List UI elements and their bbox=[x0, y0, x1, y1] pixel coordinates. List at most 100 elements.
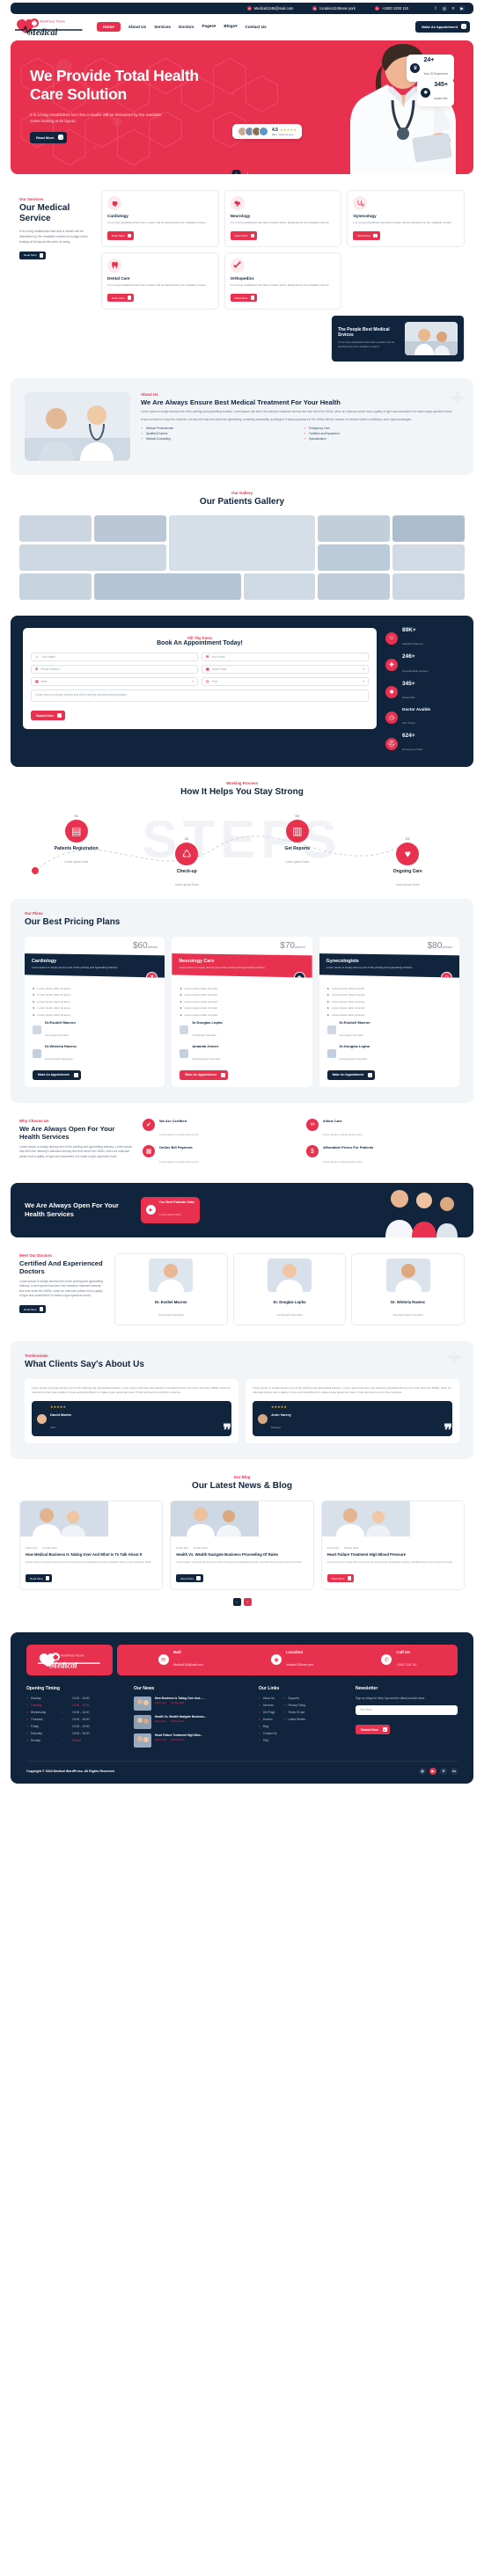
gallery-image[interactable] bbox=[93, 514, 166, 542]
footer-logo[interactable]: WordPress Theme Medical bbox=[26, 1644, 113, 1675]
instagram-icon[interactable]: ◎ bbox=[419, 1767, 426, 1775]
footer-contact-mail[interactable]: ✉ Mail Medical1245@mail.com bbox=[158, 1650, 203, 1670]
slider-next-button[interactable]: › bbox=[243, 170, 253, 174]
department-select[interactable]: ▦ Select Dept. bbox=[202, 664, 369, 674]
doctor-card[interactable]: Dr. Douglas Lopha Cardiologist Specialis… bbox=[232, 1252, 347, 1325]
topbar-location[interactable]: ◉ location1245new york bbox=[312, 6, 356, 11]
news-item[interactable]: Health Vs. Wealth Navigate Business... K… bbox=[134, 1714, 246, 1729]
name-input[interactable]: ☺ Your Name bbox=[31, 652, 198, 661]
service-card-gynecology[interactable]: Gynecology It is a long established fact… bbox=[347, 190, 465, 247]
newsletter-input[interactable]: Text Here bbox=[356, 1704, 458, 1715]
nav-item-contact[interactable]: Contact Us bbox=[245, 25, 266, 29]
gallery-image[interactable] bbox=[318, 573, 391, 600]
submit-appointment-button[interactable]: Submit Now › bbox=[31, 711, 65, 721]
nav-item-about[interactable]: About Us bbox=[128, 25, 146, 29]
doctor-card[interactable]: Dr. Wisteria Ravenc Physiotherapist Spec… bbox=[351, 1252, 465, 1325]
nav-item-home[interactable]: Home bbox=[97, 21, 121, 32]
service-card-button[interactable]: Read More › bbox=[107, 293, 135, 303]
service-card-cardiology[interactable]: Cardiology It is a long established fact… bbox=[101, 190, 219, 247]
email-input[interactable]: ✉ Your Email bbox=[202, 652, 369, 661]
linkedin-icon[interactable]: in bbox=[451, 1767, 458, 1775]
gallery-image[interactable] bbox=[168, 514, 316, 571]
service-card-dental[interactable]: Dental Care It is a long established fac… bbox=[101, 252, 219, 310]
blog-read-more-button[interactable]: Read More › bbox=[176, 1573, 203, 1583]
news-item[interactable]: Heart Failure Treatment High Bloo... Kel… bbox=[134, 1733, 246, 1748]
doctors-read-more-button[interactable]: Read More › bbox=[19, 1304, 47, 1314]
plan-appointment-button[interactable]: Make An Appointment › bbox=[33, 1069, 81, 1080]
date-input[interactable]: ▤ Date bbox=[31, 676, 198, 686]
topbar-phone[interactable]: ✆ +1800 1200 110 bbox=[374, 6, 408, 11]
gallery-image[interactable] bbox=[318, 544, 391, 571]
gallery-image[interactable] bbox=[19, 544, 166, 571]
site-logo[interactable]: WordPress Theme Medical bbox=[14, 17, 84, 36]
nav-item-services[interactable]: Services bbox=[154, 25, 171, 29]
pin-icon: ◉ bbox=[312, 6, 318, 11]
blog-read-more-button[interactable]: Read More › bbox=[326, 1573, 354, 1583]
gallery-image[interactable] bbox=[93, 573, 241, 600]
phone-input[interactable]: ✆ Phone Number bbox=[31, 664, 198, 674]
slider-next-button[interactable]: › bbox=[243, 1597, 252, 1606]
testimonial-author: ★★★★★ David Martin CEO bbox=[32, 1401, 231, 1437]
blog-card[interactable]: Kelvin Sha 02 May 2024 How Medical Busine… bbox=[19, 1500, 164, 1590]
footer-link[interactable]: Latest Stories bbox=[284, 1718, 306, 1721]
video-button[interactable]: ▶ Our Best Patients Vidio Lorem Ipsum Dol… bbox=[141, 1196, 200, 1223]
service-card-button[interactable]: Read More › bbox=[353, 231, 380, 240]
gallery-image[interactable] bbox=[392, 573, 465, 600]
nav-item-doctors[interactable]: Doctors bbox=[179, 25, 194, 29]
blog-card[interactable]: Kelvin Sha 02 May 2024 Heart Failure Trea… bbox=[320, 1500, 465, 1590]
hero-description: It is a long established fact that a rea… bbox=[30, 112, 162, 124]
footer-contact-phone[interactable]: ✆ Call Us +1800 1200 110 bbox=[381, 1650, 416, 1670]
service-card-button[interactable]: Read More › bbox=[107, 231, 135, 240]
footer-link[interactable]: Contact Us bbox=[259, 1732, 277, 1735]
hero-read-more-button[interactable]: Read More › bbox=[30, 131, 68, 143]
footer-link[interactable]: 404 Page bbox=[259, 1711, 277, 1714]
footer-link[interactable]: Services bbox=[259, 1704, 277, 1707]
footer-link[interactable]: FAQ bbox=[259, 1739, 277, 1742]
slider-prev-button[interactable]: ‹ bbox=[232, 1597, 241, 1606]
footer-link[interactable]: Supports bbox=[284, 1697, 306, 1700]
plan-appointment-button[interactable]: Make An Appointment › bbox=[180, 1069, 228, 1080]
footer-link[interactable]: Privacy Policy bbox=[284, 1704, 305, 1707]
newsletter-submit-button[interactable]: Submit Now ➤ bbox=[356, 1724, 391, 1735]
footer-link[interactable]: About Us bbox=[259, 1697, 277, 1700]
footer-link[interactable]: Doctors bbox=[259, 1718, 277, 1721]
message-textarea[interactable]: Lorem Ipsum is simply dummy text of the … bbox=[31, 689, 369, 702]
blog-card[interactable]: Kelvin Sha 02 May 2024 Health Vs. Wealth … bbox=[170, 1500, 314, 1590]
service-card-orthopedics[interactable]: Orthopedics It is a long established fac… bbox=[224, 252, 342, 310]
gallery-image[interactable] bbox=[392, 544, 465, 571]
gallery-image[interactable] bbox=[19, 573, 92, 600]
gallery-image[interactable] bbox=[19, 514, 92, 542]
instagram-icon[interactable]: ◎ bbox=[442, 5, 447, 11]
topbar-email[interactable]: ✉ Medical1245@mail.com bbox=[246, 6, 293, 11]
gallery-image[interactable] bbox=[392, 514, 465, 542]
youtube-icon[interactable]: ▶ bbox=[459, 5, 465, 11]
make-appointment-button[interactable]: Make An Appointment › bbox=[415, 20, 470, 33]
nav-item-pages[interactable]: Pages▾ bbox=[202, 24, 216, 29]
gallery-image[interactable] bbox=[318, 514, 391, 542]
gallery-image[interactable] bbox=[243, 573, 316, 600]
step-title: Get Reports bbox=[284, 846, 311, 852]
service-card-button[interactable]: Read More › bbox=[230, 231, 257, 240]
slider-prev-button[interactable]: ‹ bbox=[231, 170, 241, 174]
services-read-more-button[interactable]: Read More › bbox=[19, 251, 47, 260]
plan-appointment-button[interactable]: Make An Appointment › bbox=[326, 1069, 376, 1080]
twitter-x-icon[interactable]: ✕ bbox=[451, 6, 456, 11]
blog-read-more-button[interactable]: Read More › bbox=[26, 1573, 53, 1583]
twitter-x-icon[interactable]: ✕ bbox=[440, 1767, 447, 1775]
service-card-button[interactable]: Read More › bbox=[230, 293, 257, 303]
newsletter-title: Newsletter bbox=[356, 1685, 378, 1691]
facebook-icon[interactable]: f bbox=[433, 6, 438, 11]
service-card-neurology[interactable]: Neurology It is a long established fact … bbox=[224, 190, 342, 247]
footer-link[interactable]: Blog bbox=[259, 1725, 277, 1728]
news-item[interactable]: How Business Is Taking Over And...... Ke… bbox=[134, 1696, 246, 1711]
service-card-text: It is a long established fact that a rea… bbox=[230, 221, 329, 224]
timing-row: Monday:10:00 - 16:00 bbox=[26, 1697, 121, 1700]
footer-link[interactable]: Terms Of use bbox=[284, 1711, 306, 1714]
service-feature-card[interactable]: The People Best Medical Srvices It is a … bbox=[331, 314, 465, 362]
plan-price: $80 bbox=[427, 941, 443, 952]
footer-contact-location[interactable]: ◉ Location location1245new york bbox=[271, 1650, 313, 1670]
doctor-card[interactable]: Dr. Esobel Macron Neurologist Specialist bbox=[114, 1252, 228, 1325]
nav-item-blogs[interactable]: Blogs▾ bbox=[224, 24, 237, 29]
youtube-icon[interactable]: ▶ bbox=[429, 1767, 436, 1775]
time-input[interactable]: ◷ Time bbox=[202, 676, 369, 686]
